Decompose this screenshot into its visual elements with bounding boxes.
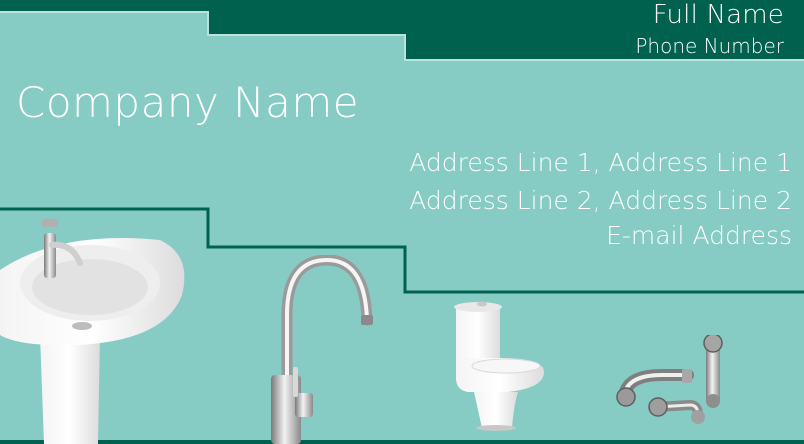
phone-number: Phone Number (635, 34, 784, 58)
pipe-fittings-icon (616, 335, 723, 424)
company-name: Company Name (16, 78, 360, 127)
address-line-1: Address Line 1, Address Line 1 (409, 148, 792, 177)
address-line-2: Address Line 2, Address Line 2 (409, 186, 792, 215)
faucet-icon (271, 255, 373, 444)
full-name: Full Name (652, 0, 784, 30)
toilet-icon (454, 301, 544, 431)
business-card: Full Name Phone Number Company Name Addr… (0, 0, 804, 444)
sink-icon (0, 219, 185, 444)
email-address: E-mail Address (606, 221, 792, 250)
